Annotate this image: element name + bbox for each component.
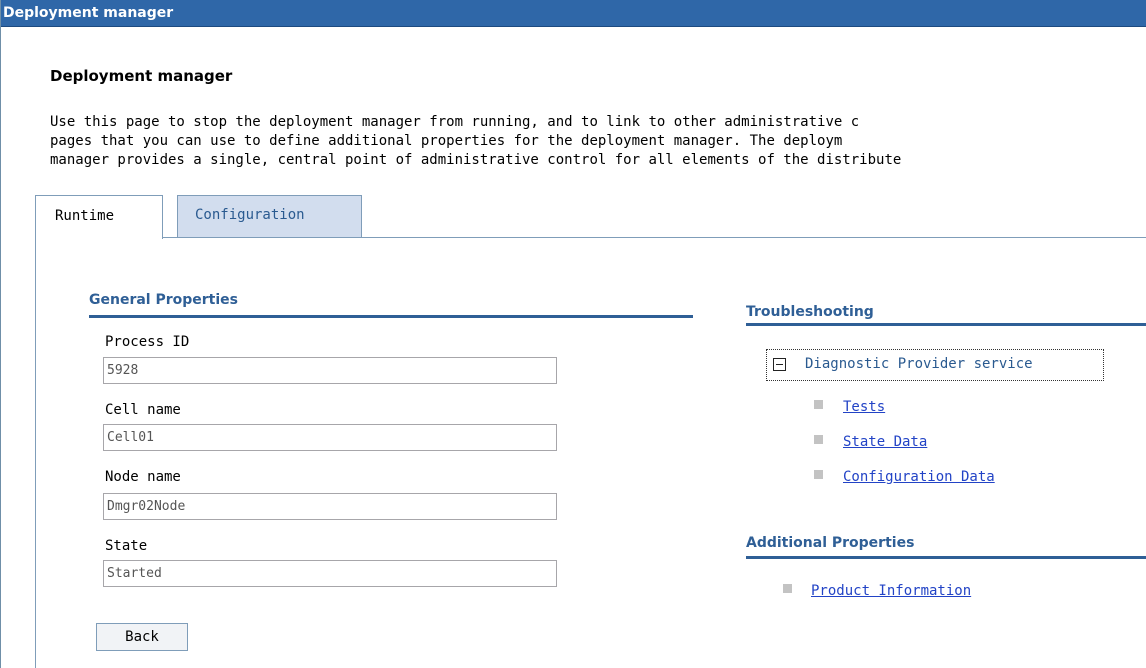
page-description: Use this page to stop the deployment man…: [50, 113, 1146, 170]
admin-page: Deployment manager Deployment manager Us…: [0, 0, 1146, 668]
title-bar: Deployment manager: [1, 0, 1146, 27]
tests-link[interactable]: Tests: [843, 399, 885, 415]
tab-configuration-label: Configuration: [195, 207, 305, 223]
general-properties-heading: General Properties: [89, 292, 238, 308]
troubleshooting-rule: [746, 323, 1146, 326]
collapse-icon[interactable]: [773, 358, 786, 371]
back-button[interactable]: Back: [96, 623, 188, 651]
node-name-label: Node name: [105, 469, 181, 485]
tab-runtime[interactable]: Runtime: [35, 195, 163, 239]
node-name-field[interactable]: Dmgr02Node: [103, 493, 557, 520]
bullet-icon: [814, 400, 823, 409]
page-title: Deployment manager: [50, 67, 233, 85]
configuration-data-link[interactable]: Configuration Data: [843, 469, 995, 485]
tab-strip-line: [35, 237, 1146, 238]
cell-name-field[interactable]: Cell01: [103, 424, 557, 451]
description-line: Use this page to stop the deployment man…: [50, 114, 860, 130]
tab-configuration[interactable]: Configuration: [177, 195, 362, 237]
tab-panel-border: [35, 237, 36, 668]
state-field[interactable]: Started: [103, 560, 557, 587]
state-label: State: [105, 538, 148, 554]
bullet-icon: [814, 470, 823, 479]
bullet-icon: [783, 584, 792, 593]
additional-properties-heading: Additional Properties: [746, 535, 915, 551]
general-properties-rule: [89, 315, 693, 318]
cell-name-label: Cell name: [105, 402, 181, 418]
product-information-link[interactable]: Product Information: [811, 583, 971, 599]
window-title: Deployment manager: [3, 5, 174, 21]
diagnostic-provider-label: Diagnostic Provider service: [805, 356, 1033, 372]
process-id-field[interactable]: 5928: [103, 357, 557, 384]
additional-properties-rule: [746, 556, 1146, 559]
diagnostic-provider-toggle[interactable]: Diagnostic Provider service: [766, 349, 1104, 381]
troubleshooting-heading: Troubleshooting: [746, 304, 874, 320]
state-data-link[interactable]: State Data: [843, 434, 927, 450]
tab-runtime-label: Runtime: [55, 208, 115, 224]
description-line: manager provides a single, central point…: [50, 152, 902, 168]
description-line: pages that you can use to define additio…: [50, 133, 843, 149]
bullet-icon: [814, 435, 823, 444]
process-id-label: Process ID: [105, 334, 190, 350]
